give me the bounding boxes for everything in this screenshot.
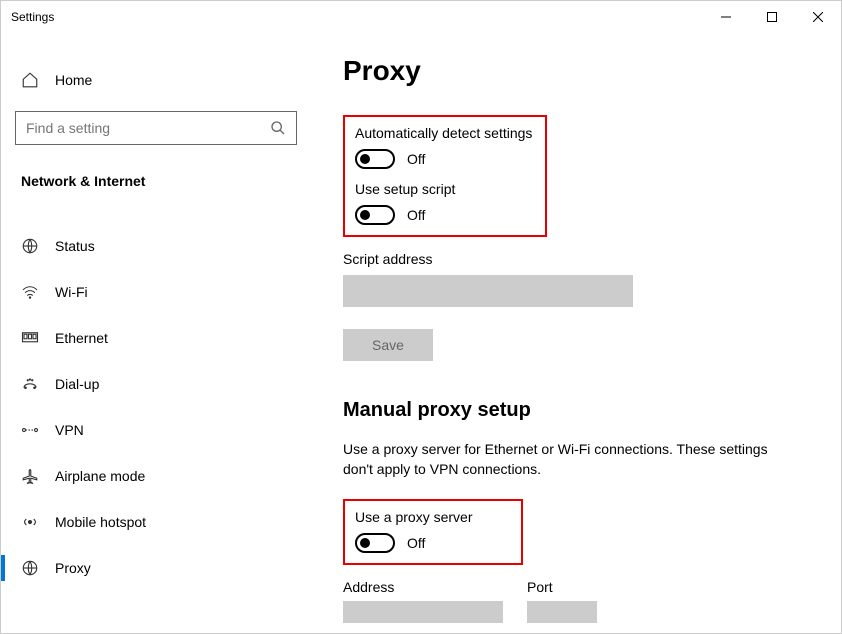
maximize-button[interactable] [749, 1, 795, 33]
sidebar-item-label: Airplane mode [55, 468, 145, 484]
highlight-box-auto: Automatically detect settings Off Use se… [343, 115, 547, 237]
sidebar-item-proxy[interactable]: Proxy [15, 545, 297, 591]
sidebar-item-status[interactable]: Status [15, 223, 297, 269]
use-script-state: Off [407, 207, 425, 223]
proxy-icon [21, 559, 39, 577]
sidebar-item-vpn[interactable]: VPN [15, 407, 297, 453]
sidebar-item-hotspot[interactable]: Mobile hotspot [15, 499, 297, 545]
address-label: Address [343, 579, 503, 595]
sidebar-item-label: Wi-Fi [55, 284, 88, 300]
home-icon [21, 71, 39, 89]
script-address-label: Script address [343, 251, 813, 267]
content-area: Proxy Automatically detect settings Off … [311, 33, 841, 633]
home-nav[interactable]: Home [15, 61, 297, 99]
sidebar-item-label: Status [55, 238, 95, 254]
search-input[interactable] [15, 111, 297, 145]
auto-detect-label: Automatically detect settings [355, 125, 535, 141]
use-proxy-state: Off [407, 535, 425, 551]
port-label: Port [527, 579, 597, 595]
close-button[interactable] [795, 1, 841, 33]
hotspot-icon [21, 513, 39, 531]
search-field[interactable] [26, 120, 270, 136]
status-icon [21, 237, 39, 255]
use-proxy-label: Use a proxy server [355, 509, 511, 525]
dialup-icon [21, 377, 39, 391]
use-script-toggle[interactable] [355, 205, 395, 225]
script-address-input[interactable] [343, 275, 633, 307]
sidebar: Home Network & Internet Status Wi-Fi [1, 33, 311, 633]
sidebar-item-airplane[interactable]: Airplane mode [15, 453, 297, 499]
minimize-button[interactable] [703, 1, 749, 33]
page-title: Proxy [343, 55, 813, 87]
wifi-icon [21, 285, 39, 299]
auto-detect-toggle[interactable] [355, 149, 395, 169]
sidebar-item-wifi[interactable]: Wi-Fi [15, 269, 297, 315]
use-proxy-toggle[interactable] [355, 533, 395, 553]
sidebar-item-label: VPN [55, 422, 84, 438]
search-icon [270, 120, 286, 136]
airplane-icon [21, 467, 39, 485]
port-input[interactable] [527, 601, 597, 623]
use-script-label: Use setup script [355, 181, 535, 197]
category-header: Network & Internet [15, 173, 297, 189]
sidebar-item-label: Dial-up [55, 376, 99, 392]
sidebar-item-dialup[interactable]: Dial-up [15, 361, 297, 407]
sidebar-item-label: Ethernet [55, 330, 108, 346]
vpn-icon [21, 423, 39, 437]
sidebar-item-ethernet[interactable]: Ethernet [15, 315, 297, 361]
auto-detect-state: Off [407, 151, 425, 167]
save-button[interactable]: Save [343, 329, 433, 361]
sidebar-item-label: Proxy [55, 560, 91, 576]
home-label: Home [55, 72, 92, 88]
manual-description: Use a proxy server for Ethernet or Wi-Fi… [343, 440, 783, 479]
highlight-box-manual: Use a proxy server Off [343, 499, 523, 565]
ethernet-icon [21, 331, 39, 345]
address-input[interactable] [343, 601, 503, 623]
window-title: Settings [11, 10, 703, 24]
manual-section-title: Manual proxy setup [343, 399, 813, 422]
sidebar-item-label: Mobile hotspot [55, 514, 146, 530]
